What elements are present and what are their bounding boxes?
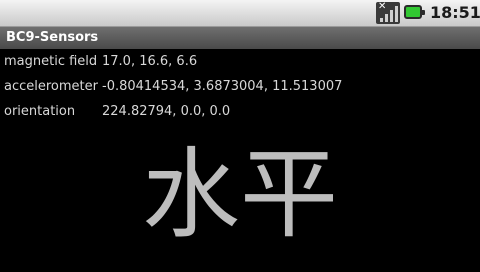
- status-bar: ✕ 18:51: [0, 0, 480, 27]
- battery-icon: [404, 5, 425, 19]
- app-title: BC9-Sensors: [6, 30, 99, 45]
- sensor-value: 224.82794, 0.0, 0.0: [102, 104, 231, 119]
- sensor-row-magnetic-field: magnetic field 17.0, 16.6, 6.6: [4, 52, 474, 72]
- level-status-text: 水平: [141, 138, 338, 252]
- sensor-row-accelerometer: accelerometer -0.80414534, 3.6873004, 11…: [4, 77, 474, 97]
- sensor-label: accelerometer: [4, 79, 98, 94]
- status-clock: 18:51: [430, 3, 480, 22]
- app-title-bar: BC9-Sensors: [0, 27, 480, 49]
- sensor-row-orientation: orientation 224.82794, 0.0, 0.0: [4, 102, 474, 122]
- sensor-value: 17.0, 16.6, 6.6: [102, 54, 198, 69]
- sensor-value: -0.80414534, 3.6873004, 11.513007: [102, 79, 343, 94]
- signal-icon: ✕: [376, 2, 400, 24]
- sensor-label: orientation: [4, 104, 76, 119]
- sensor-label: magnetic field: [4, 54, 98, 69]
